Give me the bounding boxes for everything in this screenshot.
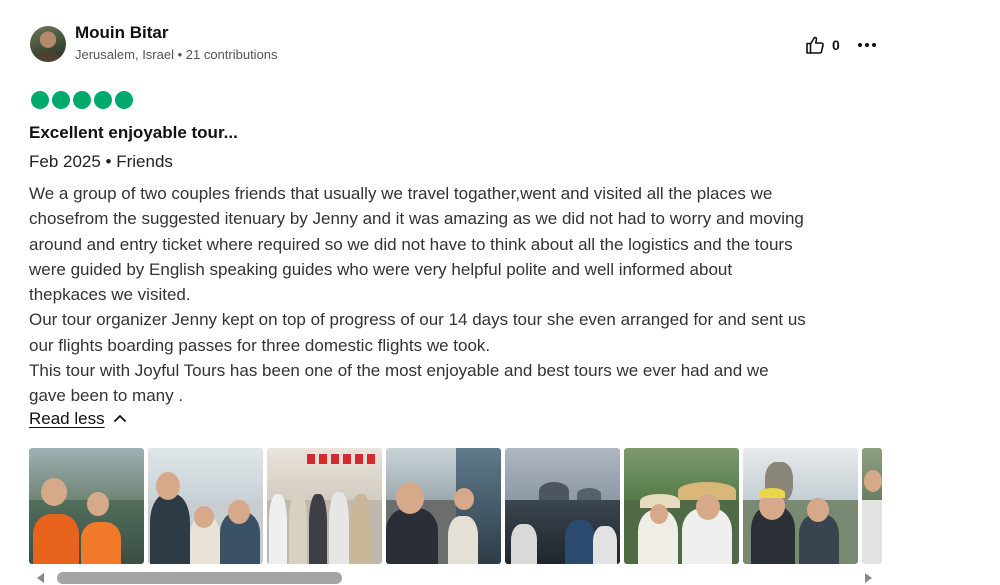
review-body-line: gave been to many .	[29, 386, 184, 406]
scrollbar-thumb[interactable]	[57, 572, 342, 584]
rating-bubble-icon	[73, 91, 91, 109]
helpful-vote-button[interactable]: 0	[805, 35, 840, 55]
review-body-line: chosefrom the suggested itenuary by Jenn…	[29, 209, 804, 229]
review-body-line: This tour with Joyful Tours has been one…	[29, 361, 769, 381]
more-options-button[interactable]	[856, 36, 878, 54]
photo-scrollbar[interactable]	[29, 570, 882, 585]
review-card: Mouin Bitar Jerusalem, Israel • 21 contr…	[0, 0, 1000, 585]
photo-carousel[interactable]	[29, 448, 882, 564]
review-body-line: our flights boarding passes for three do…	[29, 335, 491, 355]
chevron-up-icon	[113, 410, 127, 428]
review-body-line: around and entry ticket where required s…	[29, 234, 793, 254]
review-body-line: Our tour organizer Jenny kept on top of …	[29, 310, 806, 330]
read-less-label: Read less	[29, 409, 105, 428]
review-photo[interactable]	[267, 448, 382, 564]
avatar[interactable]	[30, 26, 66, 62]
review-photo[interactable]	[505, 448, 620, 564]
review-photo[interactable]	[148, 448, 263, 564]
more-options-icon	[858, 43, 862, 47]
review-photo[interactable]	[29, 448, 144, 564]
scroll-right-icon[interactable]	[865, 573, 872, 583]
rating-bubbles	[31, 91, 133, 109]
rating-bubble-icon	[94, 91, 112, 109]
review-body-line: thepkaces we visited.	[29, 285, 191, 305]
review-photo[interactable]	[862, 448, 882, 564]
review-body: We a group of two couples friends that u…	[29, 181, 899, 409]
read-less-button[interactable]: Read less	[29, 409, 127, 429]
rating-bubble-icon	[31, 91, 49, 109]
rating-bubble-icon	[115, 91, 133, 109]
reviewer-meta: Jerusalem, Israel • 21 contributions	[75, 47, 278, 62]
helpful-count: 0	[832, 37, 840, 53]
review-photo[interactable]	[743, 448, 858, 564]
thumbs-up-icon	[805, 35, 825, 55]
review-body-line: were guided by English speaking guides w…	[29, 259, 733, 279]
review-title: Excellent enjoyable tour...	[29, 123, 238, 142]
review-photo[interactable]	[624, 448, 739, 564]
review-date-line: Feb 2025 • Friends	[29, 152, 173, 171]
rating-bubble-icon	[52, 91, 70, 109]
reviewer-name[interactable]: Mouin Bitar	[75, 23, 169, 43]
review-body-line: We a group of two couples friends that u…	[29, 184, 773, 203]
scroll-left-icon[interactable]	[37, 573, 44, 583]
review-photo[interactable]	[386, 448, 501, 564]
